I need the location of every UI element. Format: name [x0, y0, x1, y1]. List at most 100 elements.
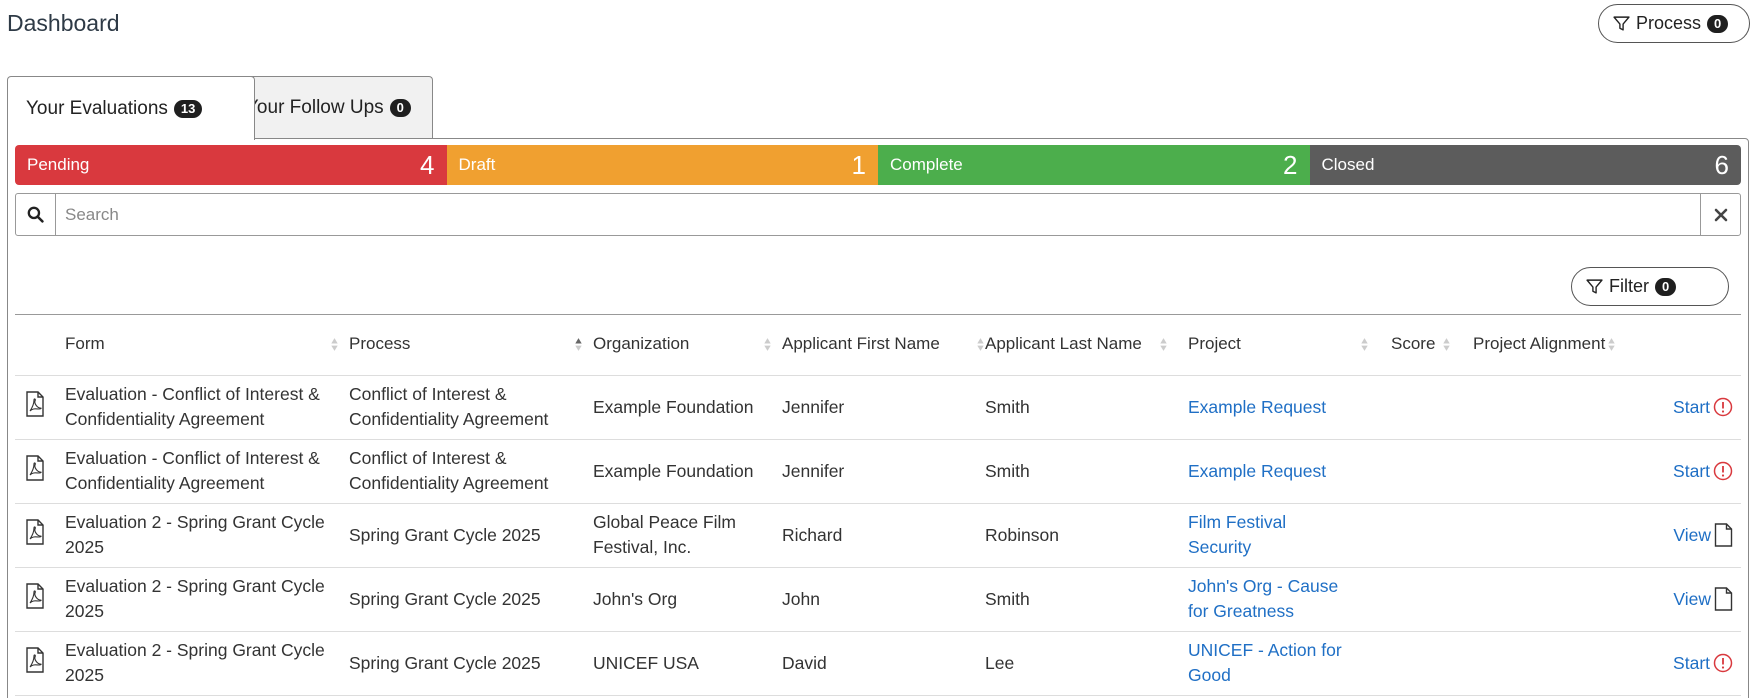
- header-label: Form: [65, 334, 105, 354]
- search-icon: [16, 194, 56, 235]
- sort-icon: [1443, 337, 1450, 351]
- status-label: Closed: [1321, 155, 1375, 174]
- pdf-icon[interactable]: [15, 439, 65, 504]
- organization-cell: Global Peace Film Festival, Inc.: [593, 503, 782, 568]
- status-complete[interactable]: Complete 2: [878, 145, 1310, 185]
- tab-label: Your Follow Ups: [246, 96, 384, 118]
- first-name-cell: John: [782, 567, 985, 632]
- process-cell: Conflict of Interest & Confidentiality A…: [349, 375, 593, 440]
- header-icon-col: [15, 314, 65, 376]
- table-row: Evaluation 2 - Spring Grant Cycle 2025 Sp…: [15, 567, 1742, 632]
- action-link[interactable]: View: [1673, 589, 1711, 609]
- form-cell: Evaluation - Conflict of Interest & Conf…: [65, 439, 349, 504]
- sort-icon: [977, 337, 984, 351]
- process-cell: Spring Grant Cycle 2025: [349, 503, 593, 568]
- header-project-alignment[interactable]: Project Alignment: [1451, 314, 1742, 376]
- header-organization[interactable]: Organization: [593, 314, 782, 376]
- score-cell: [1369, 503, 1451, 568]
- sort-icon: [764, 337, 771, 351]
- process-count-badge: 0: [1707, 14, 1729, 33]
- table-row: Evaluation - Conflict of Interest & Conf…: [15, 375, 1742, 440]
- alert-circle-icon: [1713, 654, 1733, 673]
- project-link[interactable]: Example Request: [1188, 375, 1369, 440]
- page-title: Dashboard: [7, 10, 120, 36]
- table-row: Evaluation - Conflict of Interest & Conf…: [15, 439, 1742, 504]
- pdf-icon[interactable]: [15, 567, 65, 632]
- score-cell: [1369, 631, 1451, 696]
- tab-your-evaluations[interactable]: Your Evaluations 13: [7, 76, 255, 140]
- first-name-cell: David: [782, 631, 985, 696]
- form-cell: Evaluation 2 - Spring Grant Cycle 2025: [65, 567, 349, 632]
- action-link[interactable]: Start: [1673, 461, 1710, 481]
- last-name-cell: Smith: [985, 375, 1188, 440]
- last-name-cell: Robinson: [985, 503, 1188, 568]
- status-count: 1: [851, 149, 866, 180]
- status-closed[interactable]: Closed 6: [1309, 145, 1741, 185]
- table-row: Evaluation 2 - Spring Grant Cycle 2025 Sp…: [15, 503, 1742, 568]
- filter-button-label: Filter: [1609, 276, 1649, 296]
- sort-icon: [1361, 337, 1368, 351]
- organization-cell: Example Foundation: [593, 375, 782, 440]
- close-icon: [1714, 208, 1727, 221]
- pdf-icon[interactable]: [15, 503, 65, 568]
- header-form[interactable]: Form: [65, 314, 349, 376]
- row-action[interactable]: View: [1619, 567, 1742, 632]
- pdf-icon[interactable]: [15, 375, 65, 440]
- status-draft[interactable]: Draft 1: [446, 145, 878, 185]
- score-cell: [1369, 375, 1451, 440]
- action-link[interactable]: View: [1673, 525, 1711, 545]
- funnel-icon: [1586, 279, 1603, 294]
- header-label: Project Alignment: [1473, 334, 1606, 354]
- score-cell: [1369, 439, 1451, 504]
- alignment-cell: [1451, 375, 1619, 440]
- organization-cell: John's Org: [593, 567, 782, 632]
- row-action[interactable]: Start: [1619, 375, 1742, 440]
- first-name-cell: Richard: [782, 503, 985, 568]
- header-last-name[interactable]: Applicant Last Name: [985, 314, 1188, 376]
- pdf-icon[interactable]: [15, 631, 65, 696]
- filter-button[interactable]: Filter 0: [1571, 267, 1729, 306]
- row-action[interactable]: Start: [1619, 439, 1742, 504]
- document-icon: [1714, 523, 1733, 548]
- project-link[interactable]: Film Festival Security: [1188, 503, 1369, 568]
- form-cell: Evaluation 2 - Spring Grant Cycle 2025: [65, 631, 349, 696]
- tab-count-badge: 13: [173, 99, 203, 118]
- header-label: Organization: [593, 334, 690, 354]
- header-label: Applicant First Name: [782, 334, 940, 354]
- project-link[interactable]: John's Org - Cause for Greatness: [1188, 567, 1369, 632]
- header-first-name[interactable]: Applicant First Name: [782, 314, 985, 376]
- header-score[interactable]: Score: [1369, 314, 1451, 376]
- header-project[interactable]: Project: [1188, 314, 1369, 376]
- search-input[interactable]: [56, 194, 1700, 235]
- clear-search-button[interactable]: [1700, 194, 1740, 235]
- organization-cell: Example Foundation: [593, 439, 782, 504]
- table-header-row: Form Process Organization Applicant Firs…: [15, 314, 1742, 376]
- project-link[interactable]: Example Request: [1188, 439, 1369, 504]
- header-process[interactable]: Process: [349, 314, 593, 376]
- process-cell: Spring Grant Cycle 2025: [349, 567, 593, 632]
- status-count: 4: [420, 149, 435, 180]
- header-label: Score: [1391, 334, 1436, 354]
- alignment-cell: [1451, 631, 1619, 696]
- row-action[interactable]: Start: [1619, 631, 1742, 696]
- row-action[interactable]: View: [1619, 503, 1742, 568]
- status-summary-bar: Pending 4 Draft 1 Complete 2 Closed 6: [15, 145, 1741, 185]
- project-link[interactable]: UNICEF - Action for Good: [1188, 631, 1369, 696]
- status-label: Pending: [27, 155, 90, 174]
- header-label: Applicant Last Name: [985, 334, 1142, 354]
- action-link[interactable]: Start: [1673, 653, 1710, 673]
- process-cell: Spring Grant Cycle 2025: [349, 631, 593, 696]
- status-label: Complete: [890, 155, 963, 174]
- alert-circle-icon: [1713, 462, 1733, 481]
- tab-count-badge: 0: [389, 98, 411, 117]
- first-name-cell: Jennifer: [782, 375, 985, 440]
- header-label: Process: [349, 334, 411, 354]
- tab-label: Your Evaluations: [26, 97, 168, 119]
- alignment-cell: [1451, 503, 1619, 568]
- status-pending[interactable]: Pending 4: [15, 145, 447, 185]
- action-link[interactable]: Start: [1673, 397, 1710, 417]
- process-filter-button[interactable]: Process 0: [1598, 4, 1750, 43]
- first-name-cell: Jennifer: [782, 439, 985, 504]
- process-cell: Conflict of Interest & Confidentiality A…: [349, 439, 593, 504]
- tab-your-follow-ups[interactable]: Your Follow Ups 0: [227, 76, 433, 138]
